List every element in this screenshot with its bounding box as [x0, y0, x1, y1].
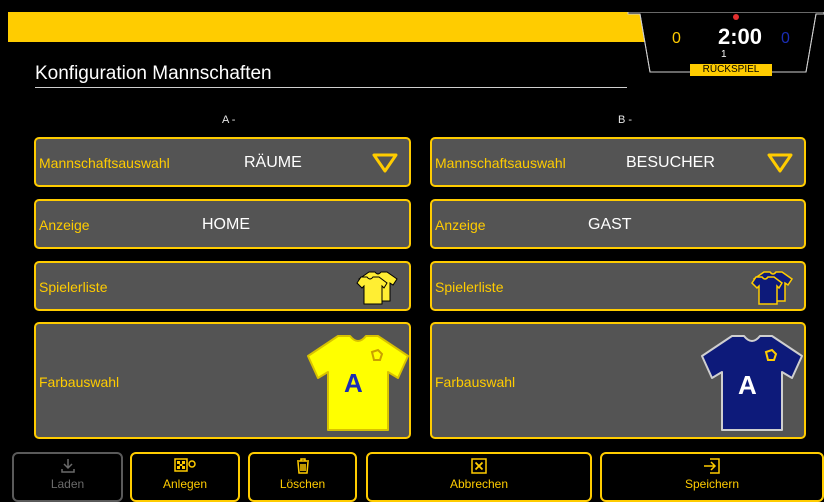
- jersey-letter-b: A: [738, 370, 757, 400]
- load-label: Laden: [50, 477, 85, 491]
- jerseys-icon: [356, 271, 398, 305]
- display-label: Anzeige: [435, 217, 486, 233]
- display-value: GAST: [588, 216, 632, 233]
- color-select-a[interactable]: Farbauswahl A: [34, 322, 411, 439]
- team-select-a[interactable]: Mannschaftsauswahl RÄUME: [34, 137, 411, 187]
- column-label-a: A -: [222, 114, 236, 126]
- phase-badge: RÜCKSPIEL: [690, 64, 772, 76]
- team-select-value: BESUCHER: [626, 154, 715, 171]
- grid-add-icon: [174, 458, 196, 472]
- delete-label: Löschen: [279, 477, 326, 491]
- close-box-icon: [471, 458, 487, 474]
- chevron-down-triangle-icon[interactable]: [371, 152, 399, 174]
- display-value: HOME: [202, 216, 250, 233]
- score-home: 0: [672, 30, 681, 47]
- period-number: 1: [721, 49, 727, 60]
- display-field-a[interactable]: Anzeige HOME: [34, 199, 411, 249]
- create-button[interactable]: Anlegen: [130, 452, 240, 502]
- save-button[interactable]: Speichern: [600, 452, 824, 502]
- page-title: Konfiguration Mannschaften: [35, 63, 272, 84]
- display-field-b[interactable]: Anzeige GAST: [430, 199, 806, 249]
- color-select-b[interactable]: Farbauswahl A: [430, 322, 806, 439]
- cancel-button[interactable]: Abbrechen: [366, 452, 592, 502]
- jersey-letter-a: A: [344, 368, 363, 398]
- game-clock: 2:00: [718, 24, 763, 49]
- color-select-label: Farbauswahl: [39, 374, 120, 390]
- player-list-b[interactable]: Spielerliste: [430, 261, 806, 311]
- load-button[interactable]: Laden: [12, 452, 123, 502]
- column-label-b: B -: [618, 114, 633, 126]
- save-label: Speichern: [684, 477, 740, 491]
- score-guest: 0: [781, 30, 790, 47]
- create-label: Anlegen: [162, 477, 208, 491]
- login-arrow-icon: [704, 458, 720, 474]
- color-select-label: Farbauswahl: [435, 374, 516, 390]
- team-select-label: Mannschaftsauswahl: [435, 155, 566, 171]
- clock-running-indicator: [733, 14, 739, 20]
- display-label: Anzeige: [39, 217, 90, 233]
- player-list-a[interactable]: Spielerliste: [34, 261, 411, 311]
- team-select-b[interactable]: Mannschaftsauswahl BESUCHER: [430, 137, 806, 187]
- top-accent-bar: [8, 12, 648, 42]
- team-select-label: Mannschaftsauswahl: [39, 155, 170, 171]
- jerseys-icon: [751, 271, 794, 305]
- download-icon: [60, 459, 75, 473]
- trash-icon: [296, 458, 309, 474]
- cancel-label: Abbrechen: [449, 477, 509, 491]
- delete-button[interactable]: Löschen: [248, 452, 357, 502]
- player-list-label: Spielerliste: [435, 279, 504, 295]
- title-divider: [35, 87, 627, 88]
- player-list-label: Spielerliste: [39, 279, 108, 295]
- chevron-down-triangle-icon[interactable]: [766, 152, 794, 174]
- team-select-value: RÄUME: [244, 154, 302, 171]
